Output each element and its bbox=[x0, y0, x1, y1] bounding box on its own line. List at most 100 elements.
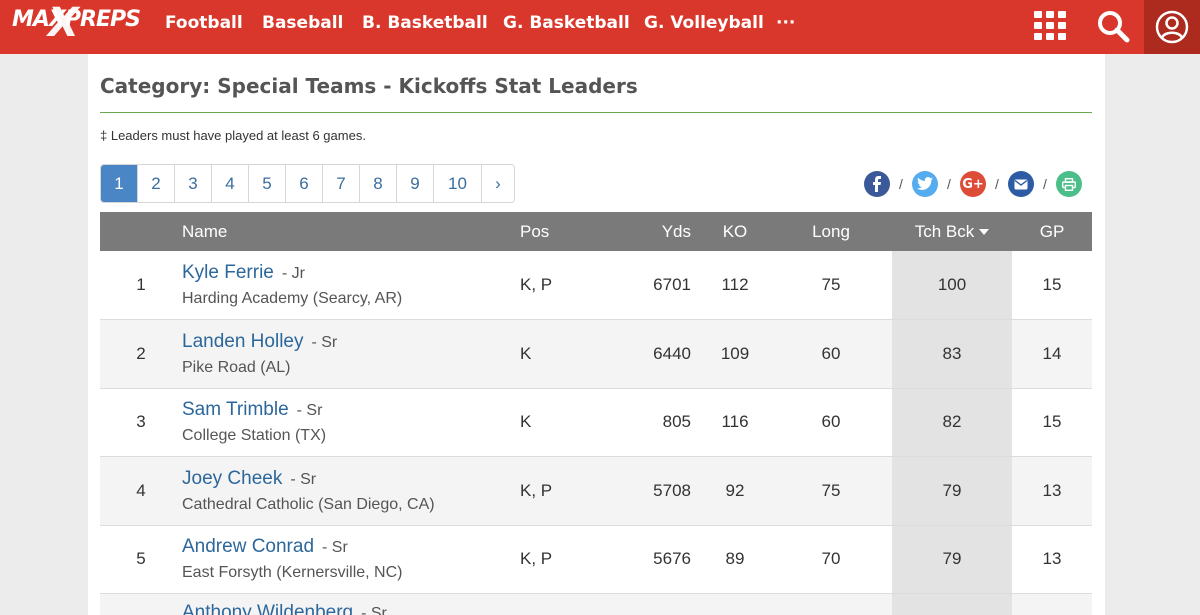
ko-cell: 89 bbox=[700, 525, 770, 594]
nav-football[interactable]: Football bbox=[165, 13, 243, 33]
column-header-yds-label: Yds bbox=[661, 221, 691, 241]
rank-cell: 5 bbox=[100, 525, 182, 594]
page-9-button[interactable]: 9 bbox=[397, 165, 434, 202]
email-icon[interactable] bbox=[1008, 171, 1034, 197]
nav-girls-basketball[interactable]: G. Basketball bbox=[503, 13, 630, 33]
player-cell: Joey Cheek - Sr Cathedral Catholic (San D… bbox=[182, 456, 520, 526]
ko-cell: 109 bbox=[700, 319, 770, 389]
gp-cell bbox=[1012, 593, 1092, 615]
logo-text: MAXPREPS bbox=[12, 7, 141, 32]
page-3-button[interactable]: 3 bbox=[175, 165, 212, 202]
nav-boys-basketball[interactable]: B. Basketball bbox=[362, 13, 488, 33]
player-name-link[interactable]: Sam Trimble bbox=[182, 399, 289, 420]
print-icon[interactable] bbox=[1056, 171, 1082, 197]
long-cell: 75 bbox=[770, 251, 892, 320]
player-school: Cathedral Catholic (San Diego, CA) bbox=[182, 495, 435, 513]
yds-cell: 805 bbox=[612, 388, 700, 457]
search-icon[interactable] bbox=[1096, 9, 1130, 43]
yds-cell bbox=[612, 593, 700, 615]
main-panel: Category: Special Teams - Kickoffs Stat … bbox=[88, 54, 1105, 615]
nav-girls-volleyball[interactable]: G. Volleyball bbox=[644, 13, 764, 33]
player-class: - Sr bbox=[290, 470, 317, 488]
tch-bck-cell: 100 bbox=[892, 251, 1012, 320]
nav-more[interactable]: ··· bbox=[776, 13, 795, 33]
player-name-link[interactable]: Kyle Ferrie bbox=[182, 262, 274, 283]
table-row: 3 Sam Trimble - Sr College Station (TX) K… bbox=[100, 388, 1092, 457]
player-cell: Sam Trimble - Sr College Station (TX) bbox=[182, 388, 520, 457]
tch-bck-cell: 82 bbox=[892, 388, 1012, 457]
table-header-row: Name Pos Yds KO Long Tch Bck GP bbox=[100, 212, 1092, 251]
pos-cell: K bbox=[520, 319, 612, 389]
yds-cell: 6440 bbox=[612, 319, 700, 389]
player-name-link[interactable]: Landen Holley bbox=[182, 331, 303, 352]
rank-cell: 2 bbox=[100, 319, 182, 389]
tch-bck-cell bbox=[892, 593, 1012, 615]
long-cell bbox=[770, 593, 892, 615]
long-cell: 60 bbox=[770, 388, 892, 457]
player-cell: Kyle Ferrie - Jr Harding Academy (Searcy,… bbox=[182, 251, 520, 320]
pos-cell: K, P bbox=[520, 456, 612, 526]
ko-cell: 112 bbox=[700, 251, 770, 320]
page-6-button[interactable]: 6 bbox=[286, 165, 323, 202]
player-class: - Sr bbox=[322, 539, 348, 557]
gp-cell: 15 bbox=[1012, 388, 1092, 457]
pos-cell: K bbox=[520, 388, 612, 457]
yds-cell: 5676 bbox=[612, 525, 700, 594]
column-header-pos-label: Pos bbox=[520, 221, 550, 241]
column-header-gp[interactable]: GP bbox=[1012, 212, 1092, 251]
column-header-tch-bck[interactable]: Tch Bck bbox=[892, 212, 1012, 251]
long-cell: 60 bbox=[770, 319, 892, 389]
page-2-button[interactable]: 2 bbox=[138, 165, 175, 202]
page-1-button[interactable]: 1 bbox=[101, 165, 138, 202]
ko-cell: 92 bbox=[700, 456, 770, 526]
player-school: College Station (TX) bbox=[182, 427, 327, 445]
table-row: Anthony Wildenberg - Sr bbox=[100, 593, 1092, 615]
player-cell: Andrew Conrad - Sr East Forsyth (Kernersv… bbox=[182, 525, 520, 594]
rank-cell bbox=[100, 593, 182, 615]
share-separator: / bbox=[1043, 176, 1047, 192]
ko-cell bbox=[700, 593, 770, 615]
google-plus-icon[interactable]: G+ bbox=[960, 171, 986, 197]
games-requirement-note: ‡ Leaders must have played at least 6 ga… bbox=[100, 128, 366, 143]
column-header-name-label: Name bbox=[182, 221, 228, 241]
nav-baseball[interactable]: Baseball bbox=[262, 13, 343, 33]
column-header-ko[interactable]: KO bbox=[700, 212, 770, 251]
twitter-icon[interactable] bbox=[912, 171, 938, 197]
share-separator: / bbox=[995, 176, 999, 192]
page-4-button[interactable]: 4 bbox=[212, 165, 249, 202]
tch-bck-cell: 79 bbox=[892, 525, 1012, 594]
player-class: - Sr bbox=[361, 605, 387, 615]
table-row: 2 Landen Holley - Sr Pike Road (AL) K 644… bbox=[100, 319, 1092, 389]
column-header-long[interactable]: Long bbox=[770, 212, 892, 251]
rank-cell: 4 bbox=[100, 456, 182, 526]
tch-bck-cell: 83 bbox=[892, 319, 1012, 389]
table-row: 4 Joey Cheek - Sr Cathedral Catholic (San… bbox=[100, 456, 1092, 526]
player-name-link[interactable]: Joey Cheek bbox=[182, 468, 282, 489]
long-cell: 75 bbox=[770, 456, 892, 526]
page-7-button[interactable]: 7 bbox=[323, 165, 360, 202]
apps-grid-icon[interactable] bbox=[1034, 11, 1066, 41]
account-button[interactable] bbox=[1144, 0, 1200, 54]
column-header-yds[interactable]: Yds bbox=[612, 212, 700, 251]
column-header-pos[interactable]: Pos bbox=[520, 212, 612, 251]
column-header-name[interactable]: Name bbox=[182, 212, 520, 251]
page-8-button[interactable]: 8 bbox=[360, 165, 397, 202]
yds-cell: 5708 bbox=[612, 456, 700, 526]
pos-cell bbox=[520, 593, 612, 615]
share-separator: / bbox=[947, 176, 951, 192]
maxpreps-logo[interactable]: X MAXPREPS bbox=[12, 0, 141, 46]
stat-leaders-table: Name Pos Yds KO Long Tch Bck GP 1 Kyle F… bbox=[100, 212, 1092, 615]
share-separator: / bbox=[899, 176, 903, 192]
sort-descending-icon bbox=[979, 229, 990, 236]
next-page-button[interactable]: › bbox=[482, 165, 514, 202]
player-name-link[interactable]: Andrew Conrad bbox=[182, 536, 314, 557]
player-school: Harding Academy (Searcy, AR) bbox=[182, 290, 403, 307]
facebook-icon[interactable] bbox=[864, 171, 890, 197]
gp-cell: 15 bbox=[1012, 251, 1092, 320]
page-10-button[interactable]: 10 bbox=[434, 165, 482, 202]
column-header-gp-label: GP bbox=[1039, 221, 1065, 241]
title-divider bbox=[100, 112, 1092, 113]
player-name-link[interactable]: Anthony Wildenberg bbox=[182, 602, 353, 615]
page-5-button[interactable]: 5 bbox=[249, 165, 286, 202]
share-bar: / / G+ / / bbox=[864, 171, 1082, 197]
